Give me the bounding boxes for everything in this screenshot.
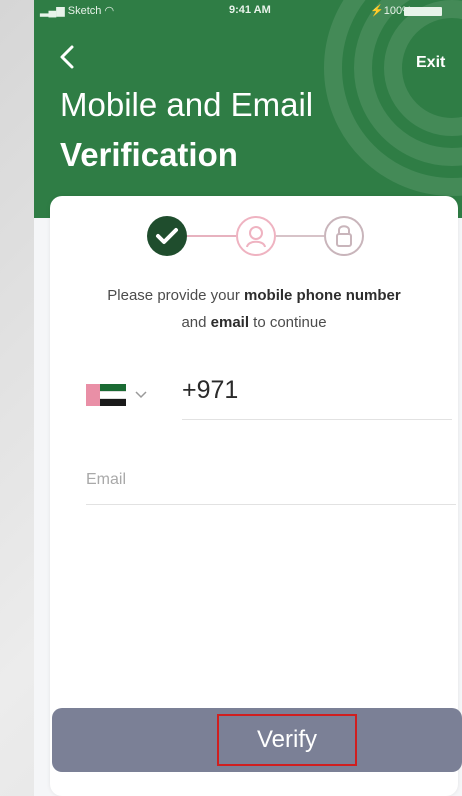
user-icon (246, 226, 266, 248)
header: ▂▄▆ Sketch ◠ 9:41 AM ⚡100% Exit Mobile a… (34, 0, 462, 218)
step-connector (276, 235, 324, 237)
status-time: 9:41 AM (229, 4, 271, 16)
page-title-line1: Mobile and Email (60, 86, 314, 123)
lock-icon (336, 225, 352, 247)
phone-number-row: +971 (86, 376, 456, 426)
phone-screen: ▂▄▆ Sketch ◠ 9:41 AM ⚡100% Exit Mobile a… (34, 0, 462, 796)
verify-button-label[interactable]: Verify (217, 714, 357, 766)
battery-icon (404, 7, 442, 16)
country-code[interactable]: +971 (182, 376, 238, 405)
step-connector (187, 235, 236, 237)
step-1-complete (147, 216, 187, 256)
verification-card: Please provide your mobile phone number … (50, 196, 458, 796)
status-bar: ▂▄▆ Sketch ◠ 9:41 AM ⚡100% (34, 4, 462, 22)
instruction-text: Please provide your mobile phone number … (107, 287, 401, 331)
carrier-label: ▂▄▆ Sketch ◠ (40, 5, 115, 17)
exit-button[interactable]: Exit (416, 54, 445, 72)
progress-steps (50, 216, 458, 258)
back-arrow-icon[interactable] (54, 42, 84, 72)
chevron-down-icon[interactable] (134, 384, 148, 404)
check-icon (156, 228, 178, 244)
email-field[interactable] (86, 456, 456, 505)
phone-input-underline (182, 419, 452, 420)
uae-flag-icon[interactable] (86, 384, 126, 406)
step-3 (324, 216, 364, 256)
page-title-line2: Verification (60, 136, 238, 173)
step-2 (236, 216, 276, 256)
